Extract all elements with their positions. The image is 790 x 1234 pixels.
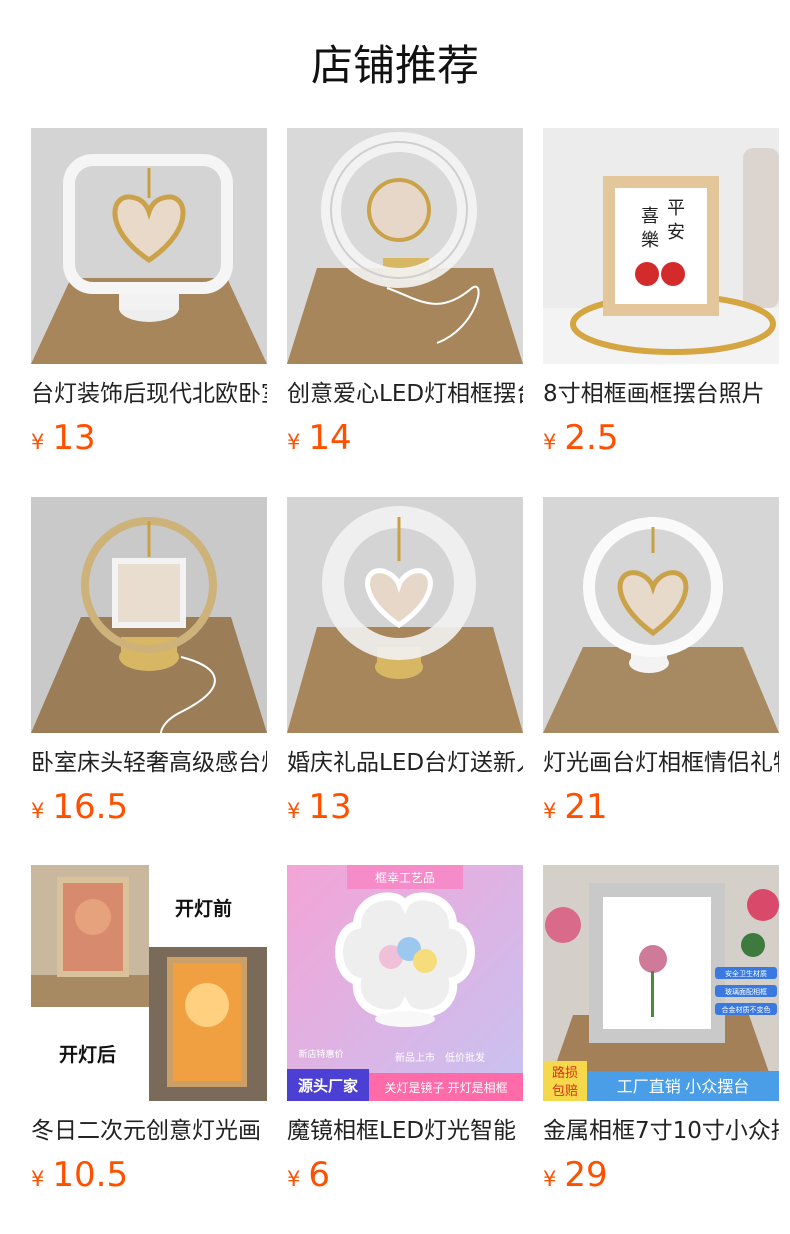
currency-symbol: ¥ — [543, 1167, 557, 1191]
product-price: ¥6 — [287, 1153, 330, 1197]
feature-chip: 玻璃面配相框 — [725, 987, 767, 996]
product-card[interactable]: 安全卫生材质 玻璃面配相框 合金材质不变色 路损 包赔 工厂直销 小众摆台 金属… — [543, 865, 779, 1205]
price-amount: 14 — [308, 418, 352, 458]
price-amount: 10.5 — [52, 1155, 129, 1195]
after-light-label: 开灯后 — [59, 1044, 116, 1066]
crystal-ring-photo-lamp-image[interactable] — [287, 128, 523, 364]
product-card[interactable]: 婚庆礼品LED台灯送新人 ¥13 — [287, 497, 523, 837]
product-title[interactable]: 婚庆礼品LED台灯送新人 — [287, 747, 523, 779]
currency-symbol: ¥ — [287, 799, 301, 823]
before-light-label: 开灯前 — [175, 897, 232, 920]
product-price: ¥16.5 — [31, 785, 128, 829]
product-title[interactable]: 魔镜相框LED灯光智能 — [287, 1115, 523, 1147]
product-card[interactable]: 开灯前 开灯后 冬日二次元创意灯光画 ¥10.5 — [31, 865, 267, 1205]
page-title: 店铺推荐 — [310, 41, 479, 90]
product-title[interactable]: 创意爱心LED灯相框摆台 — [287, 378, 523, 410]
product-price: ¥13 — [31, 416, 96, 460]
photo-frame-lamp-square-heart-image[interactable] — [31, 128, 267, 364]
wooden-photo-frame-image[interactable]: 喜 平 樂 安 — [543, 128, 779, 364]
product-price: ¥13 — [287, 785, 352, 829]
source-factory-label: 源头厂家 — [298, 1077, 358, 1095]
product-title[interactable]: 8寸相框画框摆台照片 — [543, 378, 779, 410]
product-price: ¥21 — [543, 785, 608, 829]
product-title[interactable]: 卧室床头轻奢高级感台灯 — [31, 747, 267, 779]
currency-symbol: ¥ — [31, 1167, 45, 1191]
product-price: ¥29 — [543, 1153, 608, 1197]
silver-metal-frame-image[interactable]: 安全卫生材质 玻璃面配相框 合金材质不变色 路损 包赔 工厂直销 小众摆台 — [543, 865, 779, 1101]
product-card[interactable]: 灯光画台灯相框情侣礼物 ¥21 — [543, 497, 779, 837]
product-card[interactable]: 卧室床头轻奢高级感台灯 ¥16.5 — [31, 497, 267, 837]
product-title[interactable]: 灯光画台灯相框情侣礼物 — [543, 747, 779, 779]
promo-badge: 新店特惠价 — [298, 1048, 343, 1059]
white-ring-heart-lamp-image[interactable] — [543, 497, 779, 733]
currency-symbol: ¥ — [543, 799, 557, 823]
product-price: ¥10.5 — [31, 1153, 128, 1197]
product-title[interactable]: 台灯装饰后现代北欧卧室床头 — [31, 378, 267, 410]
svg-text:平: 平 — [667, 198, 685, 218]
currency-symbol: ¥ — [31, 799, 45, 823]
currency-symbol: ¥ — [287, 1167, 301, 1191]
product-card[interactable]: 台灯装饰后现代北欧卧室床头 ¥13 — [31, 128, 267, 468]
svg-text:喜: 喜 — [641, 206, 659, 226]
price-amount: 6 — [308, 1155, 331, 1195]
feature-chip: 安全卫生材质 — [725, 969, 767, 978]
product-price: ¥14 — [287, 416, 352, 460]
price-amount: 29 — [564, 1155, 608, 1195]
feature-chip: 合金材质不变色 — [722, 1005, 771, 1014]
currency-symbol: ¥ — [543, 430, 557, 454]
promo-tag-wholesale: 低价批发 — [445, 1051, 485, 1064]
price-amount: 21 — [564, 787, 608, 827]
product-card[interactable]: 框幸工艺品 新店特惠价 新品上市 低价批发 源头厂家 关灯是镜子 开灯是相框 魔… — [287, 865, 523, 1205]
product-price: ¥2.5 — [543, 416, 618, 460]
product-title[interactable]: 金属相框7寸10寸小众摆台 — [543, 1115, 779, 1147]
cloud-mirror-lamp-image[interactable]: 框幸工艺品 新店特惠价 新品上市 低价批发 源头厂家 关灯是镜子 开灯是相框 — [287, 865, 523, 1101]
shop-banner: 框幸工艺品 — [375, 871, 435, 885]
gold-ring-photo-lamp-image[interactable] — [31, 497, 267, 733]
price-amount: 2.5 — [564, 418, 619, 458]
promo-tag-new: 新品上市 — [395, 1051, 435, 1064]
product-card[interactable]: 喜 平 樂 安 8寸相框画框摆台照片 ¥2.5 — [543, 128, 779, 468]
price-amount: 16.5 — [52, 787, 129, 827]
svg-text:安: 安 — [667, 222, 685, 242]
damage-guarantee-label: 路损 — [552, 1065, 578, 1080]
damage-guarantee-label-2: 包赔 — [552, 1083, 578, 1098]
product-title[interactable]: 冬日二次元创意灯光画 — [31, 1115, 267, 1147]
currency-symbol: ¥ — [31, 430, 45, 454]
product-card[interactable]: 创意爱心LED灯相框摆台 ¥14 — [287, 128, 523, 468]
anime-light-painting-image[interactable]: 开灯前 开灯后 — [31, 865, 267, 1101]
svg-text:樂: 樂 — [641, 230, 659, 250]
currency-symbol: ¥ — [287, 430, 301, 454]
crystal-heart-photo-lamp-image[interactable] — [287, 497, 523, 733]
promo-slogan: 关灯是镜子 开灯是相框 — [384, 1080, 507, 1095]
price-amount: 13 — [52, 418, 96, 458]
factory-direct-banner: 工厂直销 小众摆台 — [617, 1078, 749, 1096]
price-amount: 13 — [308, 787, 352, 827]
